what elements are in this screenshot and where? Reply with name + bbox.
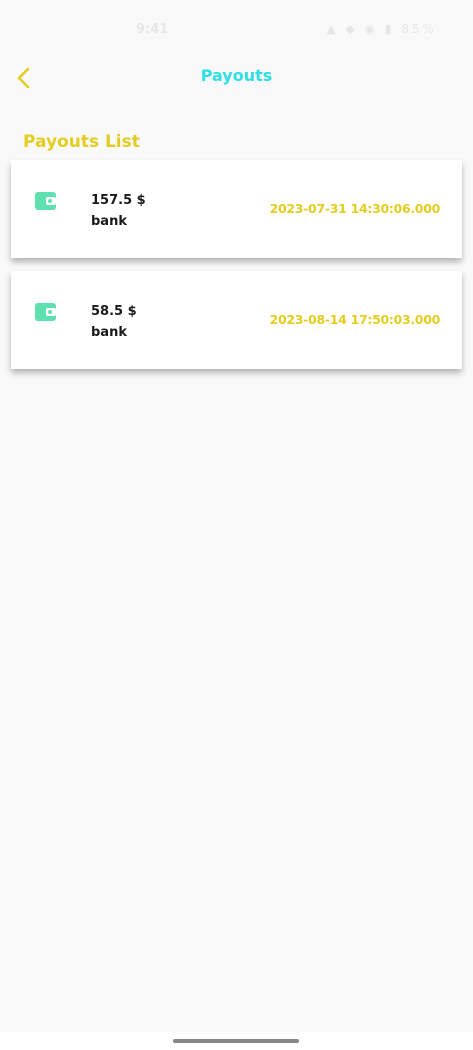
payout-method: bank: [91, 325, 127, 340]
payout-card[interactable]: 157.5 $ bank 2023-07-31 14:30:06.000: [11, 160, 462, 258]
home-indicator[interactable]: [173, 1039, 299, 1043]
payout-card[interactable]: 58.5 $ bank 2023-08-14 17:50:03.000: [11, 271, 462, 369]
wallet-icon: [35, 303, 56, 321]
payout-amount: 157.5 $: [91, 193, 146, 208]
status-time: 9:41: [136, 22, 169, 37]
payout-method: bank: [91, 214, 127, 229]
status-icons: ▲ ◆ ◉ ▮ 85%: [326, 22, 437, 36]
navigation-bar: [0, 1032, 473, 1050]
payout-list: 157.5 $ bank 2023-07-31 14:30:06.000 58.…: [11, 160, 462, 382]
payout-amount: 58.5 $: [91, 304, 137, 319]
payout-date: 2023-08-14 17:50:03.000: [269, 312, 441, 327]
status-bar: 9:41 ▲ ◆ ◉ ▮ 85%: [0, 0, 473, 60]
page-title: Payouts: [200, 66, 273, 85]
wallet-icon: [35, 192, 56, 210]
payout-date: 2023-07-31 14:30:06.000: [269, 201, 441, 216]
section-title: Payouts List: [23, 132, 140, 152]
app-bar: Payouts: [0, 56, 473, 100]
